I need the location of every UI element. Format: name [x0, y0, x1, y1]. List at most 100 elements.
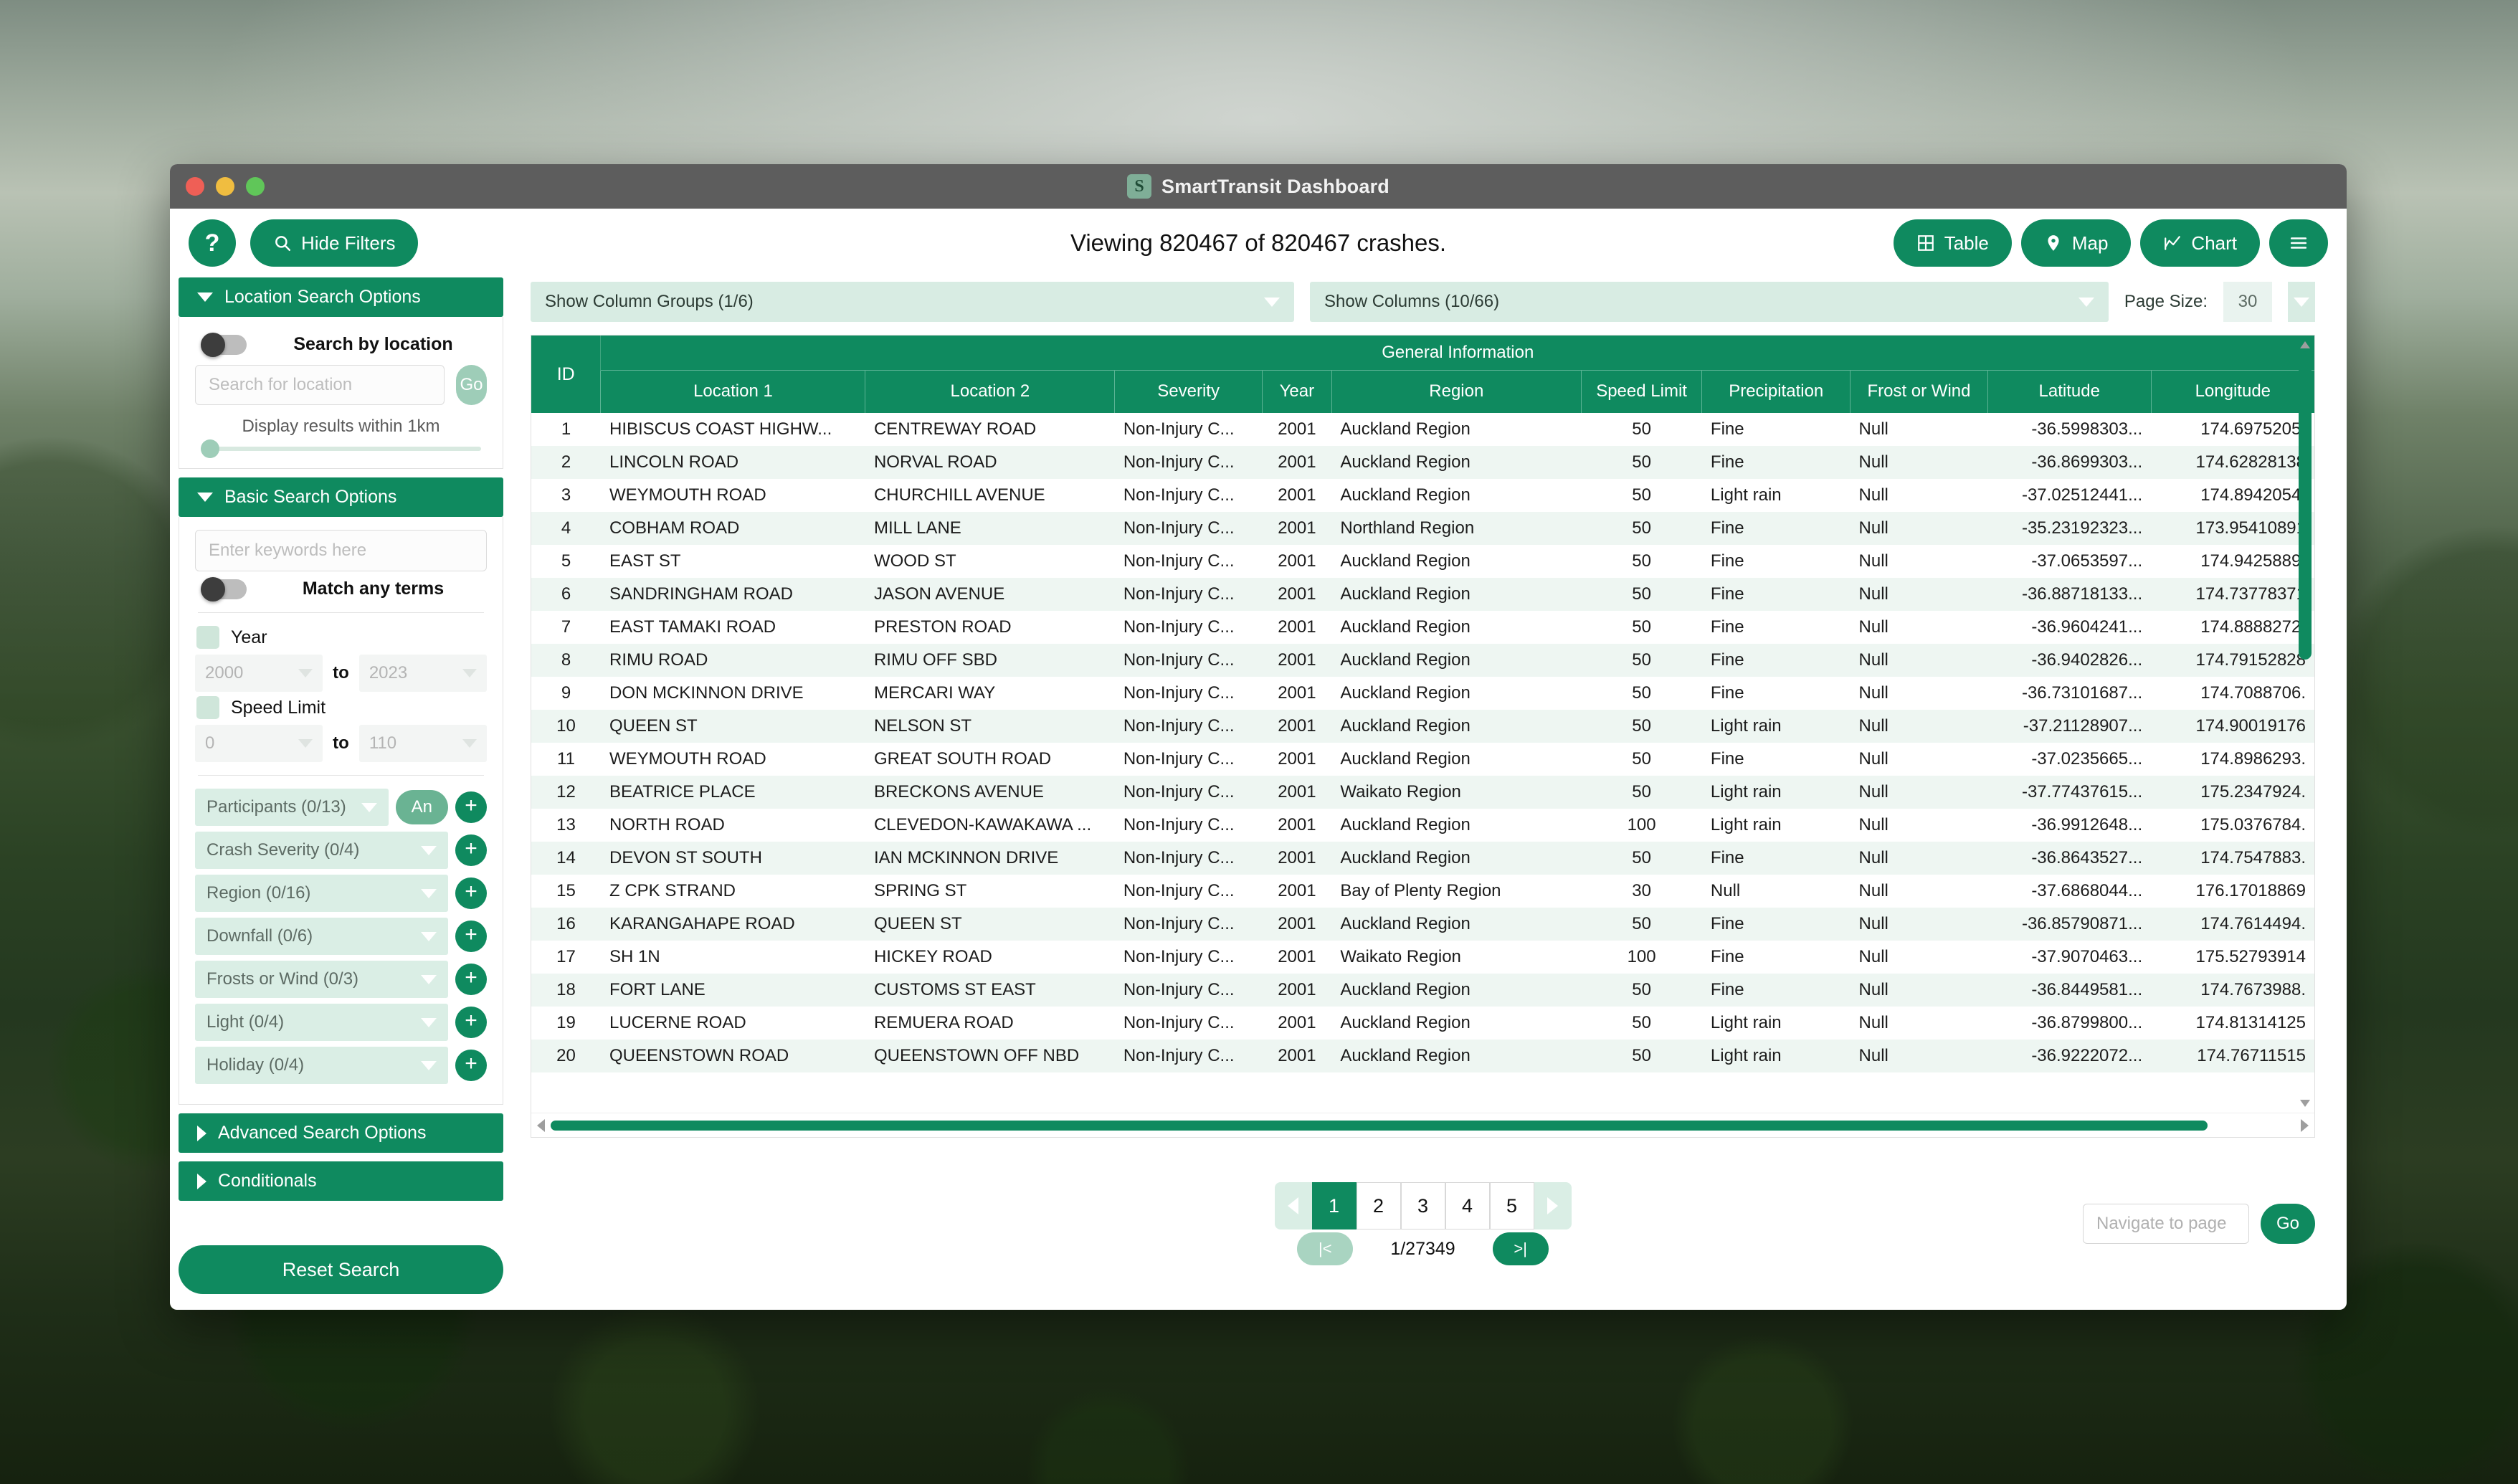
- scroll-up-icon[interactable]: [2300, 338, 2310, 348]
- conditionals-section-header[interactable]: Conditionals: [179, 1161, 503, 1201]
- filter-mode-button[interactable]: An: [395, 790, 448, 824]
- col-header-severity[interactable]: Severity: [1114, 369, 1263, 413]
- table-row[interactable]: 1 HIBISCUS COAST HIGHW... CENTREWAY ROAD No…: [531, 413, 2314, 446]
- location-search-section-header[interactable]: Location Search Options: [179, 277, 503, 317]
- prev-page-button[interactable]: [1274, 1182, 1312, 1229]
- view-chart-button[interactable]: Chart: [2140, 219, 2260, 267]
- page-button-5[interactable]: 5: [1489, 1182, 1534, 1229]
- add-filter-button[interactable]: +: [455, 791, 487, 823]
- help-button[interactable]: ?: [189, 219, 236, 267]
- speed-from-select[interactable]: 0: [195, 725, 323, 762]
- col-header-id[interactable]: ID: [531, 336, 601, 413]
- hide-filters-button[interactable]: Hide Filters: [250, 219, 419, 267]
- table-row[interactable]: 3 WEYMOUTH ROAD CHURCHILL AVENUE Non-Injury…: [531, 479, 2314, 512]
- filter-select[interactable]: Light (0/4): [195, 1004, 448, 1041]
- table-horizontal-scrollbar[interactable]: [531, 1113, 2314, 1137]
- col-header-region[interactable]: Region: [1331, 369, 1582, 413]
- add-filter-button[interactable]: +: [455, 877, 487, 909]
- radius-slider-thumb[interactable]: [201, 439, 219, 458]
- year-checkbox[interactable]: [196, 626, 219, 649]
- reset-search-button[interactable]: Reset Search: [179, 1245, 503, 1294]
- page-button-4[interactable]: 4: [1445, 1182, 1490, 1229]
- filter-select[interactable]: Participants (0/13): [195, 789, 389, 826]
- add-filter-button[interactable]: +: [455, 1050, 487, 1081]
- page-size-value[interactable]: 30: [2223, 282, 2272, 322]
- filter-select[interactable]: Frosts or Wind (0/3): [195, 961, 448, 998]
- page-button-2[interactable]: 2: [1356, 1182, 1401, 1229]
- scroll-down-icon[interactable]: [2300, 1100, 2310, 1110]
- col-header-location-1[interactable]: Location 1: [600, 369, 865, 413]
- table-row[interactable]: 6 SANDRINGHAM ROAD JASON AVENUE Non-Injury …: [531, 578, 2314, 611]
- radius-slider[interactable]: [201, 439, 481, 458]
- last-page-button[interactable]: >|: [1492, 1232, 1549, 1265]
- keywords-input[interactable]: [195, 530, 487, 571]
- filter-select[interactable]: Holiday (0/4): [195, 1047, 448, 1084]
- table-cell: 50: [1632, 650, 1651, 670]
- page-button-1[interactable]: 1: [1311, 1182, 1357, 1229]
- location-go-button[interactable]: Go: [456, 365, 487, 405]
- match-any-terms-toggle[interactable]: [201, 576, 247, 601]
- filter-select[interactable]: Crash Severity (0/4): [195, 832, 448, 869]
- table-row[interactable]: 2 LINCOLN ROAD NORVAL ROAD Non-Injury C... 2…: [531, 446, 2314, 479]
- table-row[interactable]: 11 WEYMOUTH ROAD GREAT SOUTH ROAD Non-Injur…: [531, 743, 2314, 776]
- year-to-select[interactable]: 2023: [358, 655, 487, 692]
- table-cell: Non-Injury C...: [1123, 419, 1235, 439]
- vertical-scroll-thumb[interactable]: [2299, 351, 2312, 660]
- add-filter-button[interactable]: +: [455, 964, 487, 995]
- table-row[interactable]: 7 EAST TAMAKI ROAD PRESTON ROAD Non-Injury …: [531, 611, 2314, 644]
- search-by-location-toggle[interactable]: [201, 332, 247, 357]
- table-row[interactable]: 12 BEATRICE PLACE BRECKONS AVENUE Non-Injur…: [531, 776, 2314, 809]
- speed-limit-checkbox[interactable]: [196, 696, 219, 719]
- table-scroll-area[interactable]: ID General Information Location 1 Locatio…: [531, 336, 2314, 1113]
- filter-select[interactable]: Downfall (0/6): [195, 918, 448, 955]
- col-header-latitude[interactable]: Latitude: [1987, 369, 2152, 413]
- table-row[interactable]: 14 DEVON ST SOUTH IAN MCKINNON DRIVE Non-In…: [531, 842, 2314, 875]
- table-row[interactable]: 16 KARANGAHAPE ROAD QUEEN ST Non-Injury C..…: [531, 908, 2314, 941]
- table-row[interactable]: 13 NORTH ROAD CLEVEDON-KAWAKAWA ... Non-Inj…: [531, 809, 2314, 842]
- navigate-go-button[interactable]: Go: [2261, 1204, 2315, 1244]
- table-row[interactable]: 8 RIMU ROAD RIMU OFF SBD Non-Injury C... 200…: [531, 644, 2314, 677]
- col-header-speed-limit[interactable]: Speed Limit: [1580, 369, 1702, 413]
- add-filter-button[interactable]: +: [455, 1007, 487, 1038]
- location-search-input[interactable]: [195, 365, 445, 405]
- speed-to-label: to: [333, 733, 349, 753]
- table-cell: JASON AVENUE: [873, 584, 1005, 604]
- navigate-to-page-input[interactable]: [2083, 1204, 2249, 1244]
- table-vertical-scrollbar[interactable]: [2299, 338, 2312, 1110]
- table-row[interactable]: 4 COBHAM ROAD MILL LANE Non-Injury C... 2001…: [531, 512, 2314, 545]
- col-header-precipitation[interactable]: Precipitation: [1701, 369, 1851, 413]
- advanced-search-section-header[interactable]: Advanced Search Options: [179, 1113, 503, 1153]
- view-map-button[interactable]: Map: [2020, 219, 2132, 267]
- col-header-location-2[interactable]: Location 2: [865, 369, 1115, 413]
- table-cell: MERCARI WAY: [873, 683, 996, 703]
- year-from-select[interactable]: 2000: [195, 655, 323, 692]
- page-size-dropdown-button[interactable]: [2288, 282, 2315, 322]
- scroll-left-icon[interactable]: [537, 1118, 545, 1132]
- table-row[interactable]: 18 FORT LANE CUSTOMS ST EAST Non-Injury C..…: [531, 974, 2314, 1007]
- filter-select[interactable]: Region (0/16): [195, 875, 448, 912]
- speed-to-select[interactable]: 110: [358, 725, 487, 762]
- next-page-button[interactable]: [1534, 1182, 1572, 1229]
- table-row[interactable]: 10 QUEEN ST NELSON ST Non-Injury C... 2001 Au…: [531, 710, 2314, 743]
- page-button-3[interactable]: 3: [1400, 1182, 1445, 1229]
- horizontal-scroll-thumb[interactable]: [551, 1120, 2208, 1131]
- table-row[interactable]: 9 DON MCKINNON DRIVE MERCARI WAY Non-Injury…: [531, 677, 2314, 710]
- col-header-year[interactable]: Year: [1261, 369, 1332, 413]
- horizontal-scroll-track[interactable]: [551, 1120, 2295, 1131]
- table-row[interactable]: 20 QUEENSTOWN ROAD QUEENSTOWN OFF NBD Non-I…: [531, 1040, 2314, 1072]
- table-row[interactable]: 19 LUCERNE ROAD REMUERA ROAD Non-Injury C..…: [531, 1007, 2314, 1040]
- menu-button[interactable]: [2269, 219, 2328, 267]
- add-filter-button[interactable]: +: [455, 834, 487, 866]
- view-table-button[interactable]: Table: [1893, 219, 2012, 267]
- scroll-right-icon[interactable]: [2301, 1118, 2309, 1132]
- first-page-button[interactable]: |<: [1297, 1232, 1354, 1265]
- show-column-groups-dropdown[interactable]: Show Column Groups (1/6): [531, 282, 1294, 322]
- show-columns-dropdown[interactable]: Show Columns (10/66): [1310, 282, 2109, 322]
- col-header-frost-or-wind[interactable]: Frost or Wind: [1850, 369, 1988, 413]
- basic-search-section-header[interactable]: Basic Search Options: [179, 477, 503, 517]
- table-row[interactable]: 15 Z CPK STRAND SPRING ST Non-Injury C... 20…: [531, 875, 2314, 908]
- add-filter-button[interactable]: +: [455, 921, 487, 952]
- table-row[interactable]: 17 SH 1N HICKEY ROAD Non-Injury C... 2001 Wai…: [531, 941, 2314, 974]
- table-row[interactable]: 5 EAST ST WOOD ST Non-Injury C... 2001 Auckla…: [531, 545, 2314, 578]
- col-header-longitude[interactable]: Longitude: [2150, 369, 2314, 413]
